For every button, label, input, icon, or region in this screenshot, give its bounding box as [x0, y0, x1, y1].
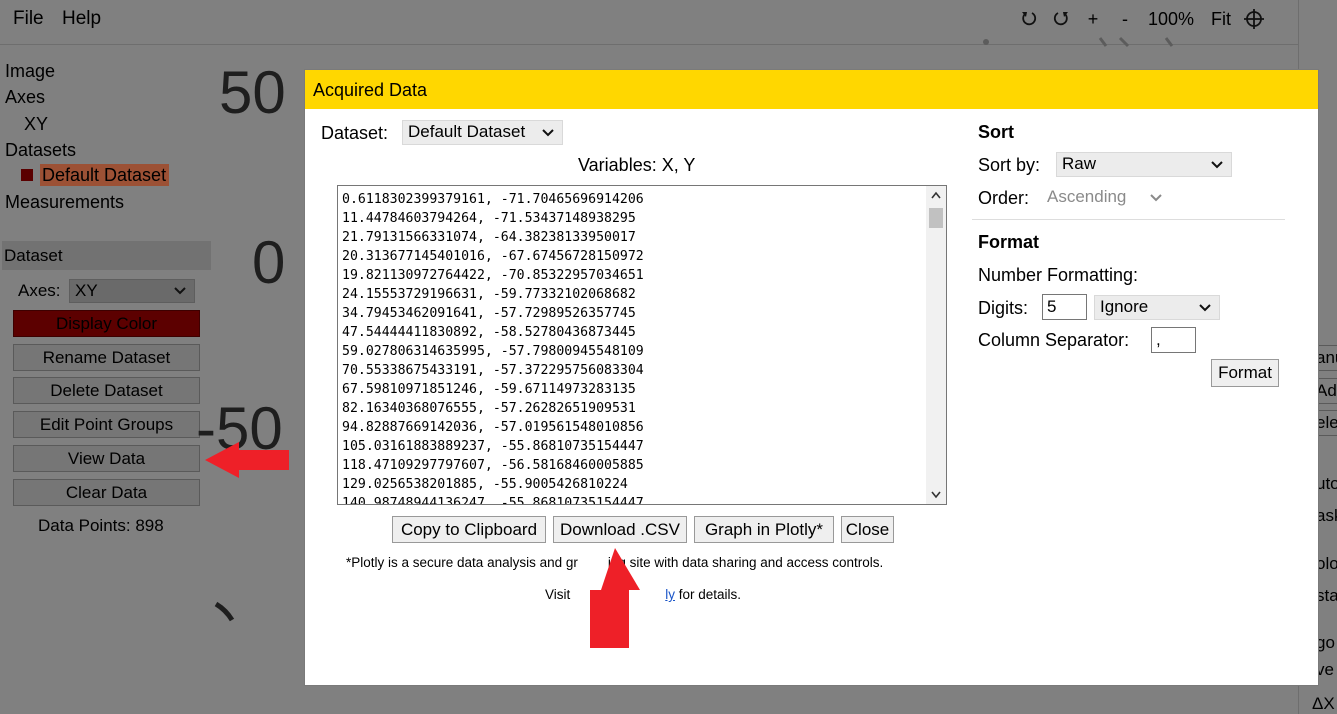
zoom-in-button[interactable]: +	[1080, 6, 1106, 32]
right-clipped-text: sta	[1316, 586, 1337, 605]
zoom-out-button[interactable]: -	[1112, 6, 1138, 32]
section-divider	[972, 219, 1285, 220]
order-label: Order:	[978, 188, 1030, 208]
copy-to-clipboard-button[interactable]: Copy to Clipboard	[392, 516, 546, 543]
menu-file[interactable]: File	[13, 8, 44, 30]
data-line: 67.59810971851246, -59.67114973283135	[342, 382, 636, 397]
dataset-label: Dataset:	[321, 123, 389, 143]
tree-default-dataset-label: Default Dataset	[40, 164, 170, 186]
column-separator-label: Column Separator:	[978, 330, 1130, 350]
scroll-thumb[interactable]	[929, 208, 943, 228]
axes-select[interactable]: XY	[69, 279, 195, 303]
sort-heading: Sort	[978, 122, 1014, 142]
tree-measurements[interactable]: Measurements	[5, 191, 124, 213]
data-line: 82.16340368076555, -57.26282651909531	[342, 401, 636, 416]
download-csv-button[interactable]: Download .CSV	[553, 516, 687, 543]
right-clipped-text: ele	[1316, 413, 1337, 432]
view-data-button[interactable]: View Data	[13, 445, 200, 472]
chevron-down-icon	[1199, 304, 1211, 312]
display-color-button[interactable]: Display Color	[13, 310, 200, 337]
tree-axes[interactable]: Axes	[5, 86, 45, 108]
right-clipped-text: ΔX	[1312, 694, 1335, 713]
plot-top-fragment	[983, 36, 1174, 48]
right-clipped-text: uto	[1316, 474, 1337, 493]
data-textarea[interactable]: 0.6118302399379161, -71.70465696914206 11…	[337, 185, 947, 505]
acquired-data-dialog: Acquired Data Dataset: Default Dataset V…	[304, 69, 1319, 686]
rename-dataset-button[interactable]: Rename Dataset	[13, 344, 200, 371]
fit-button[interactable]: Fit	[1206, 6, 1236, 32]
clear-data-button[interactable]: Clear Data	[13, 479, 200, 506]
annotation-arrow-up	[590, 548, 640, 648]
menu-help[interactable]: Help	[62, 8, 101, 30]
data-points-count: Data Points: 898	[38, 516, 164, 535]
order-select[interactable]: Ascending	[1041, 185, 1171, 210]
close-button[interactable]: Close	[841, 516, 894, 543]
data-line: 118.47109297797607, -56.58168460005885	[342, 458, 644, 473]
plotly-visit-note: Visit ly for details.	[545, 587, 742, 602]
data-line: 59.027806314635995, -57.79800945548109	[342, 344, 644, 359]
data-line: 70.55338675433191, -57.372295756083304	[342, 363, 644, 378]
number-formatting-label: Number Formatting:	[978, 265, 1139, 285]
data-line: 129.0256538201885, -55.9005426810224	[342, 477, 628, 492]
chevron-down-icon	[1211, 161, 1223, 169]
graph-in-plotly-button[interactable]: Graph in Plotly*	[694, 516, 834, 543]
sort-by-value: Raw	[1062, 154, 1097, 173]
digits-mode-select[interactable]: Ignore	[1094, 295, 1220, 320]
axes-label: Axes:	[18, 281, 61, 300]
delete-dataset-button[interactable]: Delete Dataset	[13, 377, 200, 404]
data-line: 94.82887669142036, -57.019561548010856	[342, 420, 644, 435]
dataset-select[interactable]: Default Dataset	[402, 120, 563, 145]
plot-tick-label: 50	[219, 59, 286, 126]
data-line: 19.821130972764422, -70.85322957034651	[342, 268, 644, 283]
dataset-select-value: Default Dataset	[408, 122, 526, 141]
digits-label: Digits:	[978, 298, 1029, 318]
undo-icon[interactable]	[1016, 6, 1042, 32]
zoom-level[interactable]: 100%	[1144, 6, 1198, 32]
chevron-down-icon[interactable]	[931, 491, 941, 499]
chevron-up-icon[interactable]	[931, 191, 941, 199]
plot-curve-fragment	[214, 601, 235, 622]
tree-axes-xy[interactable]: XY	[24, 113, 48, 135]
order-value: Ascending	[1047, 187, 1127, 206]
tree-datasets[interactable]: Datasets	[5, 139, 76, 161]
chevron-down-icon	[1150, 194, 1162, 202]
format-heading: Format	[978, 232, 1040, 252]
data-line: 140.98748944136247, -55.86810735154447	[342, 496, 644, 505]
data-text: 0.6118302399379161, -71.70465696914206 11…	[342, 190, 644, 505]
format-button[interactable]: Format	[1211, 359, 1279, 387]
data-line: 21.79131566331074, -64.38238133950017	[342, 230, 636, 245]
redo-icon[interactable]	[1048, 6, 1074, 32]
tree-default-dataset[interactable]: Default Dataset	[21, 164, 170, 186]
data-line: 34.79453462091641, -57.72989526357745	[342, 306, 636, 321]
sort-by-select[interactable]: Raw	[1056, 152, 1232, 177]
data-line: 105.03161883889237, -55.86810735154447	[342, 439, 644, 454]
sort-by-label: Sort by:	[978, 155, 1041, 175]
plot-tick-label: 0	[252, 229, 286, 296]
plotly-link[interactable]: ly	[665, 587, 675, 602]
right-clipped-text: Ad	[1316, 381, 1337, 400]
edit-point-groups-button[interactable]: Edit Point Groups	[13, 411, 200, 438]
annotation-arrow-left	[205, 442, 289, 478]
data-line: 0.6118302399379161, -71.70465696914206	[342, 192, 644, 207]
variables-label: Variables: X, Y	[578, 155, 696, 175]
chevron-down-icon	[174, 287, 186, 295]
column-separator-input[interactable]: ,	[1151, 327, 1196, 353]
dialog-title: Acquired Data	[305, 70, 1318, 109]
right-clipped-text: anu	[1316, 348, 1337, 367]
data-line: 11.44784603794264, -71.53437148938295	[342, 211, 636, 226]
data-line: 47.54444411830892, -58.52780436873445	[342, 325, 636, 340]
tree-image[interactable]: Image	[5, 60, 55, 82]
right-clipped-text: olo	[1316, 554, 1337, 573]
dataset-color-swatch	[21, 169, 33, 181]
digits-mode-value: Ignore	[1100, 297, 1149, 316]
data-line: 24.15553729196631, -59.77332102068682	[342, 287, 636, 302]
chevron-down-icon	[542, 129, 554, 137]
right-clipped-text: ask	[1316, 506, 1337, 525]
data-scrollbar[interactable]	[926, 186, 946, 504]
crosshair-icon[interactable]	[1240, 6, 1268, 32]
dataset-panel-header: Dataset	[2, 241, 211, 270]
axes-select-value: XY	[75, 281, 98, 300]
digits-input[interactable]: 5	[1042, 294, 1087, 320]
data-line: 20.313677145401016, -67.67456728150972	[342, 249, 644, 264]
